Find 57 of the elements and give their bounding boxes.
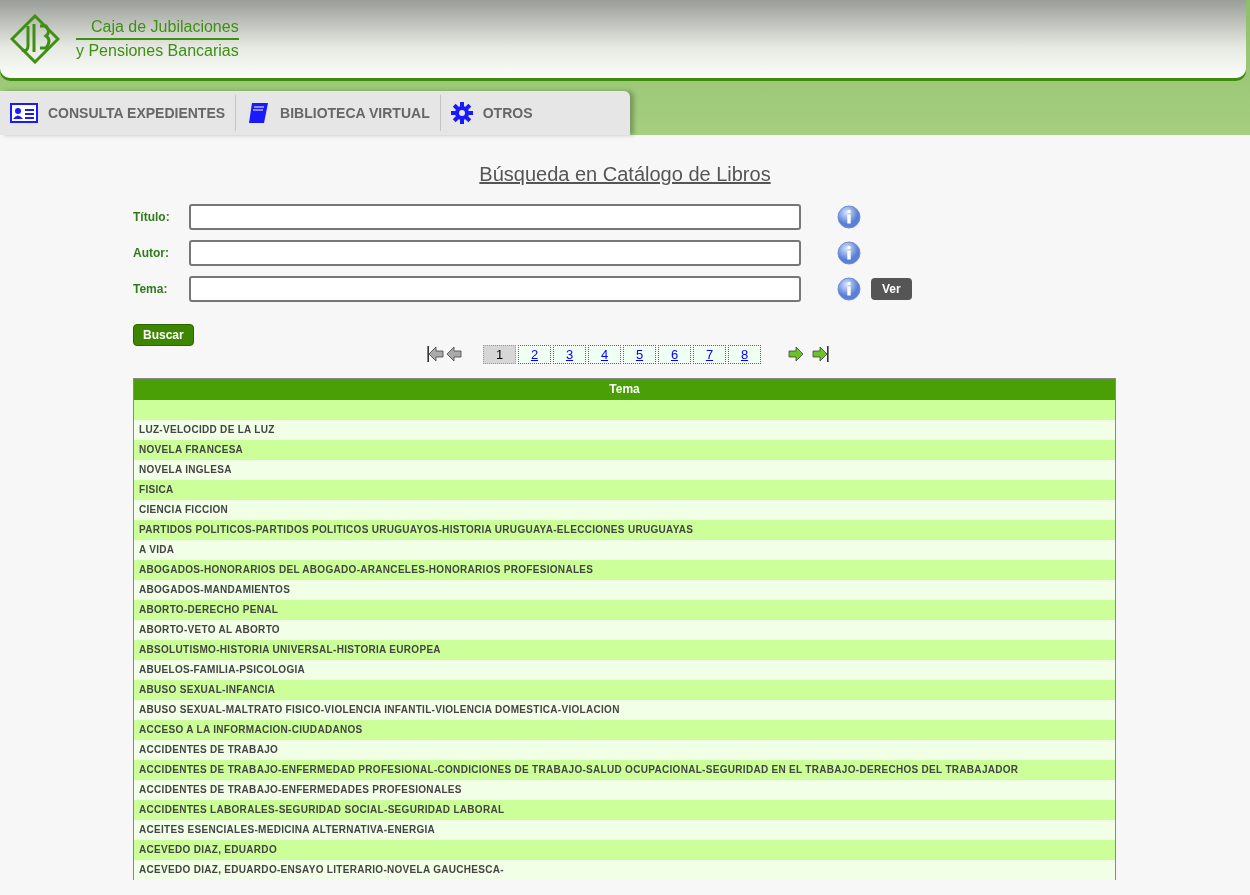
search-button[interactable]: Buscar (133, 324, 194, 346)
field-label: Título: (133, 210, 171, 224)
nav-tab[interactable]: BIBLIOTECA VIRTUAL (236, 95, 441, 131)
table-cell: ABUSO SEXUAL-MALTRATO FISICO-VIOLENCIA INFANTIL-VIOLENCIA DOMESTICA-VIOLACION (134, 700, 1115, 720)
table-cell: ACEVEDO DIAZ, EDUARDO (134, 840, 1115, 860)
table-cell: ABORTO-DERECHO PENAL (134, 600, 1115, 620)
table-cell: LUZ-VELOCIDD DE LA LUZ (134, 420, 1115, 440)
view-button[interactable]: Ver (871, 278, 912, 300)
table-cell: NOVELA FRANCESA (134, 440, 1115, 460)
table-cell: CIENCIA FICCION (134, 500, 1115, 520)
page-link[interactable]: 3 (553, 344, 586, 364)
logo-icon (10, 14, 60, 64)
last-page-icon[interactable] (811, 345, 829, 363)
table-cell: ABUSO SEXUAL-INFANCIA (134, 680, 1115, 700)
input-field[interactable] (189, 240, 801, 266)
page-link[interactable]: 8 (728, 344, 761, 364)
table-cell: ACEVEDO DIAZ, EDUARDO-ENSAYO LITERARIO-NOVELA GAUCHESCA- (134, 860, 1115, 880)
previous-page-icon[interactable] (445, 345, 463, 363)
field-label: Tema: (133, 282, 169, 296)
next-page-icon[interactable] (787, 345, 805, 363)
page-link[interactable]: 4 (588, 344, 621, 364)
table-cell: ACCIDENTES DE TRABAJO (134, 740, 1115, 760)
page-link[interactable]: 7 (693, 344, 726, 364)
page-link[interactable]: 6 (658, 344, 691, 364)
info-icon[interactable] (837, 277, 861, 301)
table-cell: ABUELOS-FAMILIA-PSICOLOGIA (134, 660, 1115, 680)
id-card-icon (10, 103, 38, 123)
nav-tab[interactable]: CONSULTA EXPEDIENTES (0, 95, 237, 131)
column-header: Tema (134, 379, 1115, 400)
page-link[interactable]: 5 (623, 344, 656, 364)
nav-tab[interactable]: OTROS (440, 95, 543, 131)
organization-name: Caja de Jubilaciones (76, 18, 239, 40)
table-cell: ACCIDENTES DE TRABAJO-ENFERMEDADES PROFESIONALES (134, 780, 1115, 800)
page-link[interactable]: 2 (518, 344, 551, 364)
page-title: Búsqueda en Catálogo de Libros (478, 163, 772, 186)
page-link[interactable]: 1 (483, 344, 516, 364)
first-page-icon[interactable] (427, 345, 445, 363)
table-cell: ACEITES ESENCIALES-MEDICINA ALTERNATIVA-ENERGIA (134, 820, 1115, 840)
table-cell: ACCESO A LA INFORMACION-CIUDADANOS (134, 720, 1115, 740)
organization-name: y Pensiones Bancarias (76, 41, 239, 60)
table-cell: ABSOLUTISMO-HISTORIA UNIVERSAL-HISTORIA EUROPEA (134, 640, 1115, 660)
input-field[interactable] (189, 204, 801, 230)
table-cell: ACCIDENTES DE TRABAJO-ENFERMEDAD PROFESIONAL-CONDICIONES DE TRABAJO-SALUD OCUPACIONAL-SEGURIDAD EN EL TRABAJO-DERECHOS DEL TRABAJADOR (134, 760, 1115, 780)
table-cell: ACCIDENTES LABORALES-SEGURIDAD SOCIAL-SEGURIDAD LABORAL (134, 800, 1115, 820)
table-cell: NOVELA INGLESA (134, 460, 1115, 480)
field-label: Autor: (133, 246, 170, 260)
table-cell: A VIDA (134, 540, 1115, 560)
table-cell: ABOGADOS-MANDAMIENTOS (134, 580, 1115, 600)
settings-icon (450, 102, 473, 124)
info-icon[interactable] (837, 241, 861, 265)
book-icon (246, 101, 271, 125)
table-cell: FISICA (134, 480, 1115, 500)
table-cell: ABOGADOS-HONORARIOS DEL ABOGADO-ARANCELES-HONORARIOS PROFESIONALES (134, 560, 1115, 580)
table-cell: PARTIDOS POLITICOS-PARTIDOS POLITICOS URUGUAYOS-HISTORIA URUGUAYA-ELECCIONES URUGUAYAS (134, 520, 1115, 540)
table-cell: ABORTO-VETO AL ABORTO (134, 620, 1115, 640)
input-field[interactable] (189, 276, 801, 302)
info-icon[interactable] (837, 205, 861, 229)
